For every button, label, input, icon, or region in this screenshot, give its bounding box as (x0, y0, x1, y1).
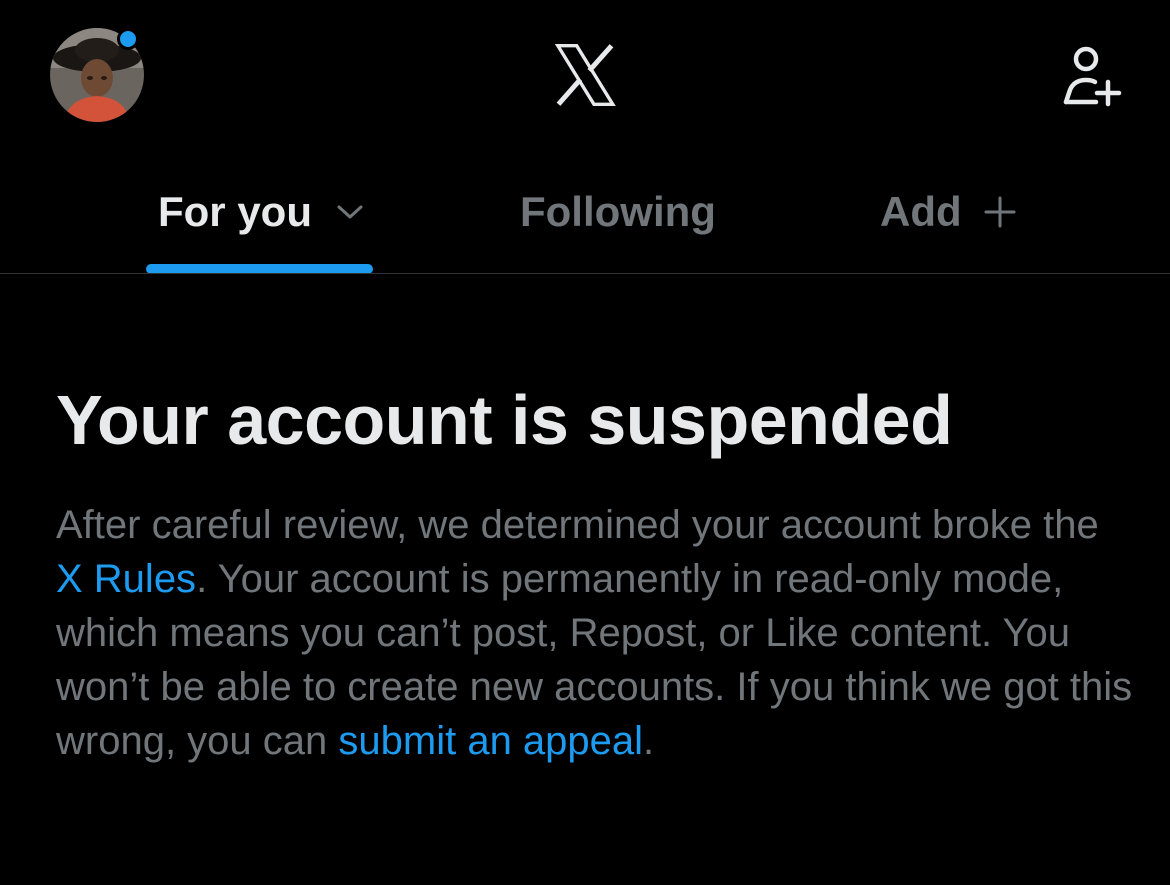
add-user-icon[interactable] (1058, 42, 1124, 108)
tab-for-you-label: For you (158, 188, 312, 235)
tab-for-you[interactable]: For you (158, 182, 364, 242)
tab-following[interactable]: Following (520, 182, 716, 242)
chevron-down-icon[interactable] (336, 203, 364, 221)
plus-icon (984, 196, 1016, 228)
x-logo-icon[interactable] (548, 38, 622, 112)
message-text-1: After careful review, we determined your… (56, 503, 1099, 547)
x-rules-link[interactable]: X Rules (56, 557, 196, 601)
notification-dot (117, 28, 139, 50)
message-text-3: . (643, 719, 655, 763)
timeline-tabs: For you Following Add (0, 160, 1170, 274)
suspension-message: After careful review, we determined your… (56, 498, 1136, 768)
tabs-divider (0, 273, 1170, 274)
submit-appeal-link[interactable]: submit an appeal (338, 719, 643, 763)
tab-add-label: Add (880, 188, 962, 235)
suspension-title: Your account is suspended (56, 381, 953, 459)
tab-following-label: Following (520, 188, 716, 235)
tab-add[interactable]: Add (880, 182, 1018, 242)
